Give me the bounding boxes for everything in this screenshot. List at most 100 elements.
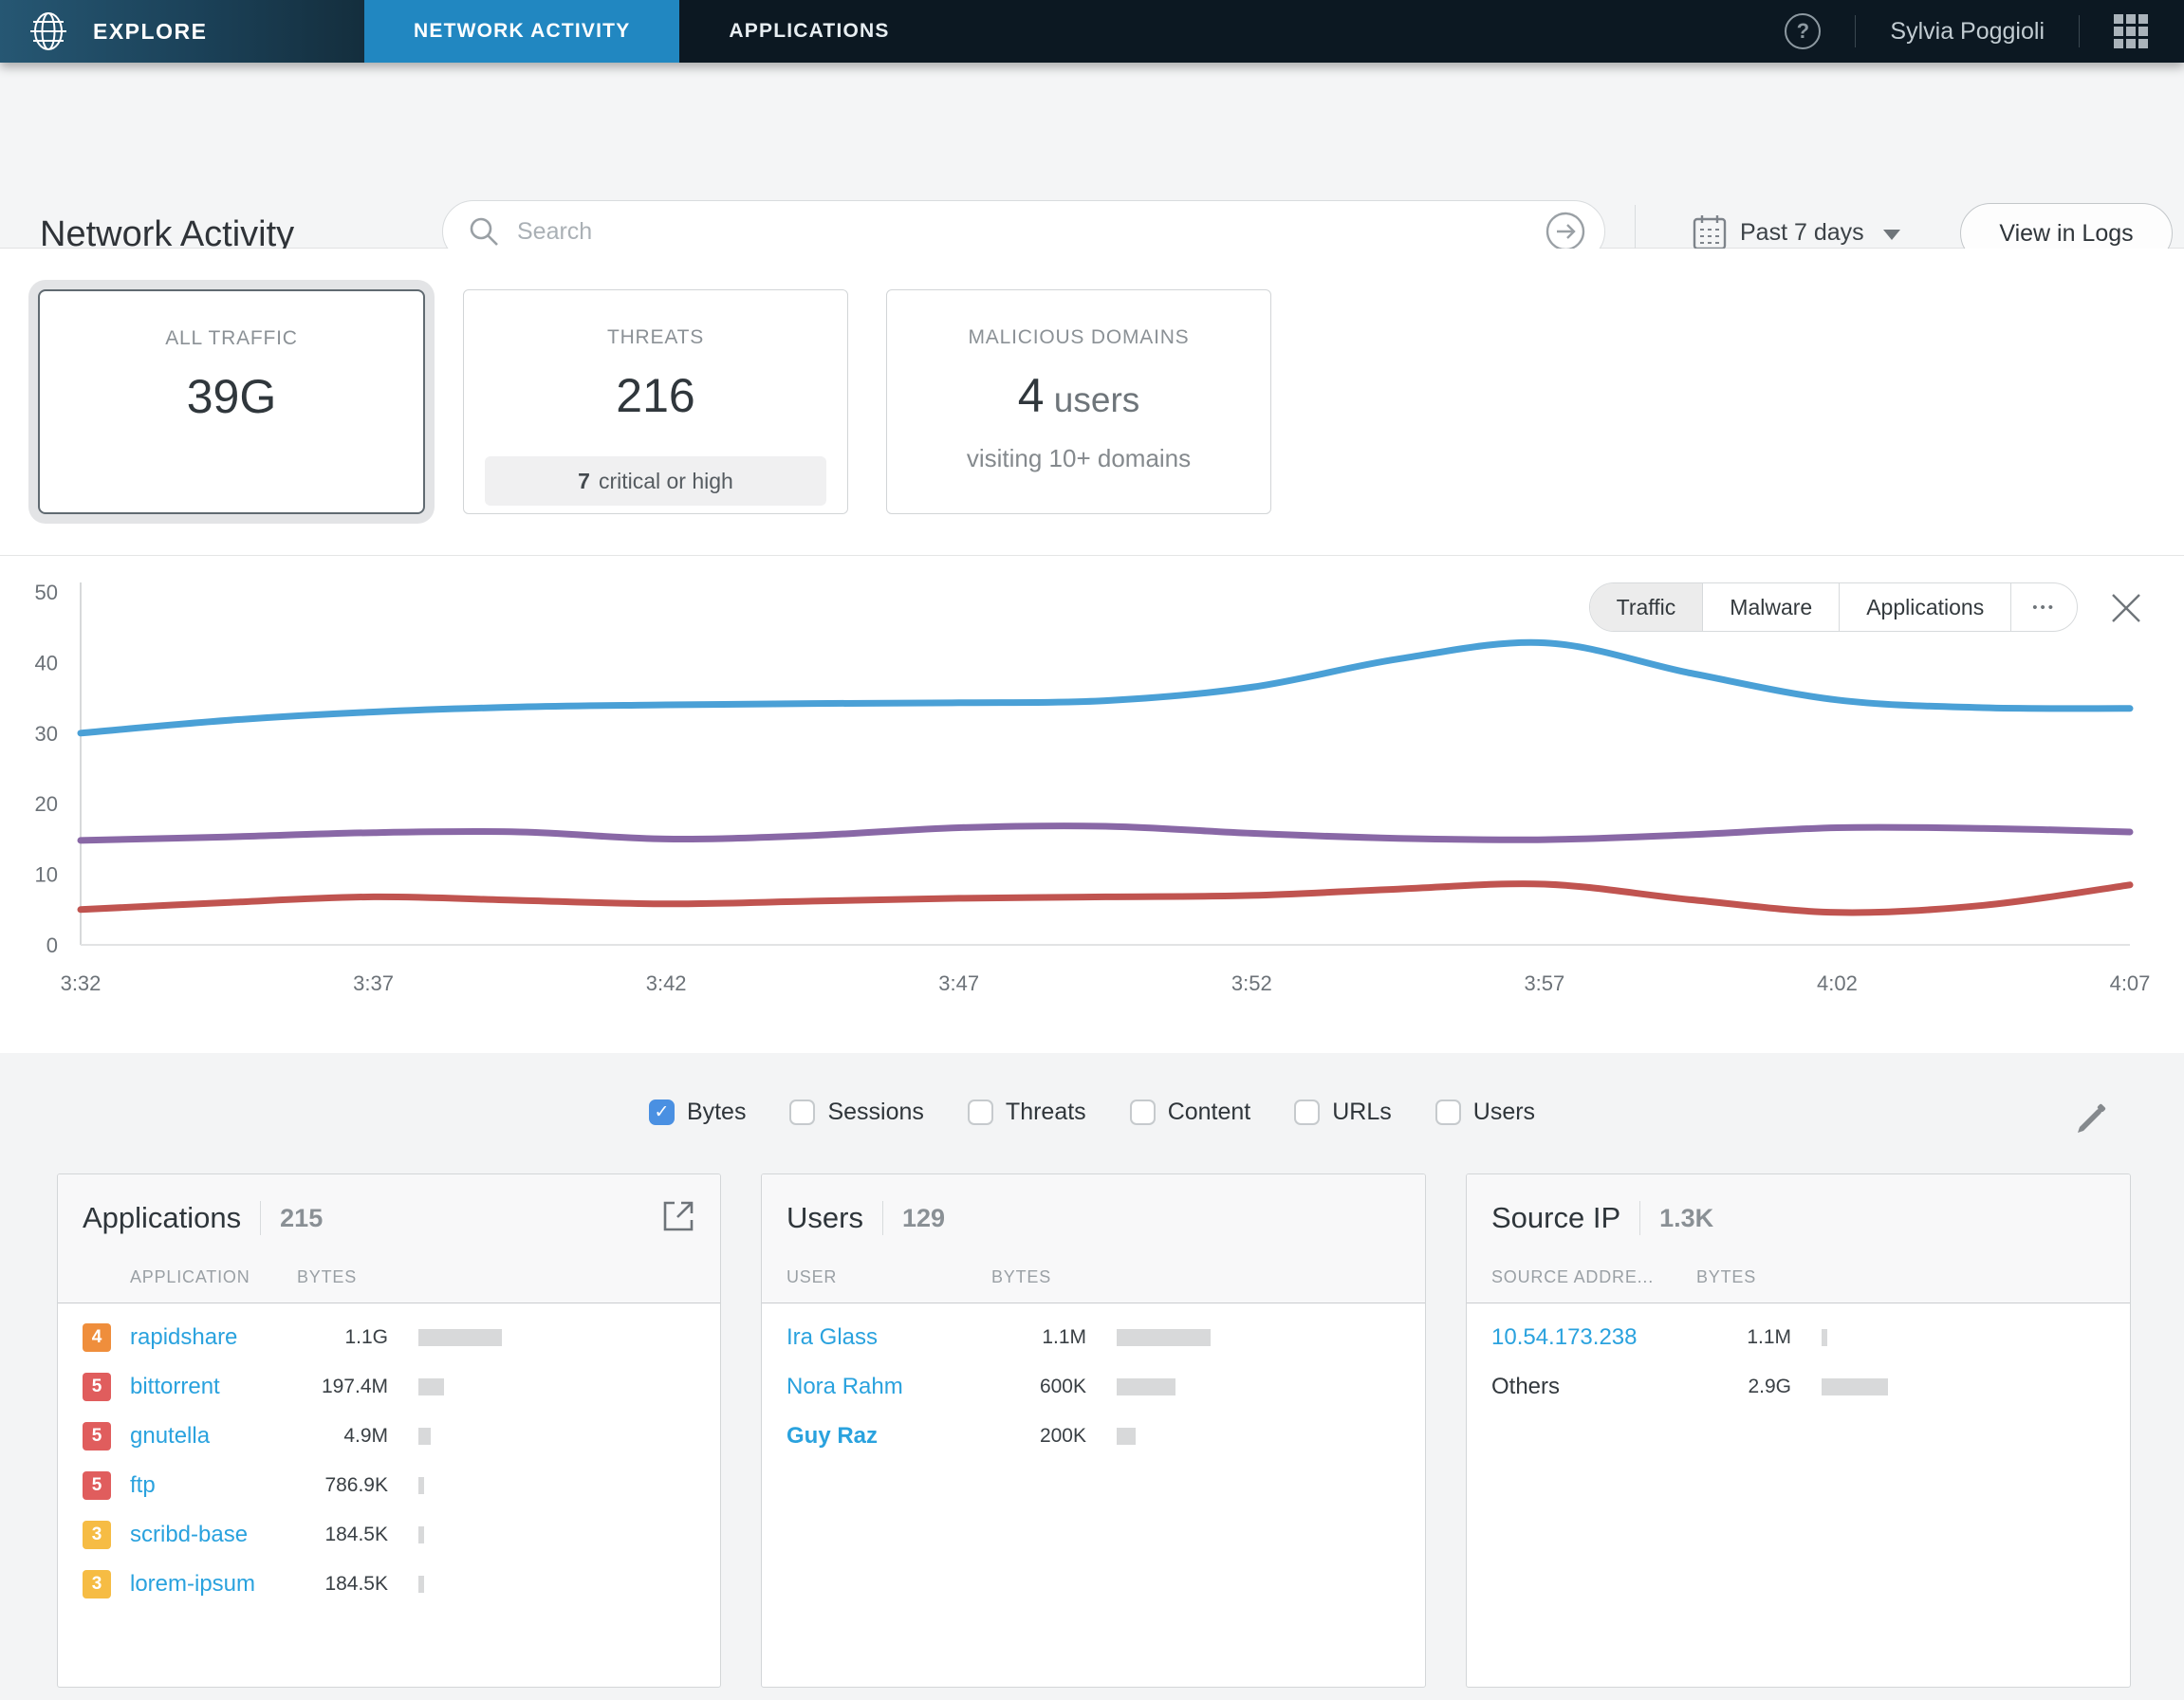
toggle-traffic[interactable]: Traffic — [1590, 583, 1704, 631]
bytes-value: 600K — [991, 1376, 1086, 1398]
bytes-bar — [1117, 1329, 1211, 1346]
close-icon[interactable] — [2110, 592, 2142, 624]
svg-text:4:07: 4:07 — [2110, 971, 2151, 995]
nav-divider — [2079, 15, 2080, 47]
bytes-value: 1.1M — [1696, 1326, 1791, 1349]
tab-network-activity[interactable]: NETWORK ACTIVITY — [364, 0, 679, 63]
card-all-traffic[interactable]: ALL TRAFFIC 39G — [38, 289, 425, 514]
export-icon[interactable] — [661, 1199, 695, 1233]
row-link[interactable]: 10.54.173.238 — [1491, 1324, 1681, 1351]
table-row: Nora Rahm 600K — [787, 1362, 1400, 1412]
filter-checkbox-content[interactable]: Content — [1130, 1099, 1251, 1126]
checkbox-unchecked[interactable] — [1130, 1099, 1156, 1125]
bytes-value: 1.1M — [991, 1326, 1086, 1349]
filter-checkbox-sessions[interactable]: Sessions — [789, 1099, 923, 1126]
risk-badge: 3 — [83, 1521, 111, 1549]
bytes-bar — [418, 1477, 424, 1494]
search-input[interactable] — [517, 218, 1545, 246]
filter-checkbox-urls[interactable]: URLs — [1294, 1099, 1392, 1126]
chevron-down-icon — [1883, 230, 1900, 240]
explore-menu[interactable]: EXPLORE — [0, 0, 364, 63]
chart-line-purple-line — [81, 826, 2130, 841]
help-icon[interactable]: ? — [1785, 13, 1821, 49]
bytes-bar — [418, 1526, 424, 1543]
toggle-more-icon[interactable]: ••• — [2011, 583, 2077, 631]
table-body: 4rapidshare1.1G5bittorrent197.4M5gnutell… — [58, 1303, 720, 1618]
svg-text:3:47: 3:47 — [938, 971, 979, 995]
svg-text:3:32: 3:32 — [61, 971, 102, 995]
user-name[interactable]: Sylvia Poggioli — [1890, 18, 2045, 46]
table-row: 5gnutella4.9M — [83, 1412, 695, 1461]
row-link[interactable]: rapidshare — [130, 1324, 282, 1351]
row-link[interactable]: Guy Raz — [787, 1423, 976, 1450]
table-row: 5 ftp 786.9K — [83, 1461, 695, 1510]
bytes-value: 200K — [991, 1425, 1086, 1448]
checkbox-unchecked[interactable] — [968, 1099, 993, 1125]
row-link[interactable]: scribd-base — [130, 1522, 282, 1548]
svg-text:0: 0 — [46, 933, 58, 957]
svg-text:3:52: 3:52 — [1231, 971, 1272, 995]
bytes-bar — [1822, 1378, 1888, 1395]
apps-grid-icon[interactable] — [2114, 14, 2148, 48]
filter-label: Sessions — [827, 1099, 923, 1126]
card-label: ALL TRAFFIC — [40, 327, 423, 350]
table-row: 3 scribd-base 184.5K — [83, 1510, 695, 1560]
row-link[interactable]: ftp — [130, 1472, 282, 1499]
column-header: BYTES — [297, 1267, 388, 1287]
row-link[interactable]: Ira Glass — [787, 1324, 976, 1351]
date-range-selector[interactable]: Past 7 days — [1693, 214, 1900, 250]
chart-mode-toggle: Traffic Malware Applications ••• — [1589, 582, 2078, 632]
svg-text:10: 10 — [35, 863, 58, 887]
risk-badge: 5 — [83, 1373, 111, 1401]
date-range-label: Past 7 days — [1740, 219, 1864, 247]
panel-users: Users 129 USER BYTES Ira Glass1.1MNora R… — [761, 1173, 1426, 1688]
row-link[interactable]: bittorrent — [130, 1374, 282, 1400]
filter-label: Content — [1168, 1099, 1251, 1126]
row-link[interactable]: lorem-ipsum — [130, 1571, 282, 1598]
nav-divider — [1855, 15, 1856, 47]
column-header: SOURCE ADDRE... — [1491, 1267, 1681, 1287]
svg-text:3:57: 3:57 — [1524, 971, 1564, 995]
panel-title: Users — [787, 1201, 863, 1235]
risk-badge: 5 — [83, 1471, 111, 1500]
card-label: THREATS — [464, 326, 847, 349]
filter-checkbox-bytes[interactable]: ✓ Bytes — [649, 1099, 747, 1126]
checkbox-unchecked[interactable] — [1294, 1099, 1320, 1125]
bytes-value: 184.5K — [297, 1573, 388, 1596]
bytes-value: 4.9M — [297, 1425, 388, 1448]
filter-label: Users — [1473, 1099, 1535, 1126]
toggle-applications[interactable]: Applications — [1840, 583, 2011, 631]
svg-text:40: 40 — [35, 651, 58, 674]
calendar-icon — [1693, 214, 1727, 250]
bytes-bar — [418, 1378, 444, 1395]
search-submit-icon[interactable] — [1545, 212, 1585, 251]
bytes-value: 786.9K — [297, 1474, 388, 1497]
top-nav: EXPLORE NETWORK ACTIVITY APPLICATIONS ? … — [0, 0, 2184, 63]
card-threats[interactable]: THREATS 216 7 critical or high — [463, 289, 848, 514]
bottom-section: ✓ Bytes Sessions Threats Content URLs Users Ap… — [0, 1053, 2184, 1700]
filter-checkbox-users[interactable]: Users — [1435, 1099, 1535, 1126]
table-row: Ira Glass 1.1M — [787, 1313, 1400, 1362]
panel-source-ip: Source IP 1.3K SOURCE ADDRE... BYTES 10.… — [1466, 1173, 2131, 1688]
table-row: 4rapidshare1.1G — [83, 1313, 695, 1362]
panel-applications: Applications 215 APPLICATION BYTES 4rapi… — [57, 1173, 721, 1688]
checkbox-checked[interactable]: ✓ — [649, 1099, 675, 1125]
card-subtext: visiting 10+ domains — [887, 444, 1270, 473]
filter-label: Bytes — [687, 1099, 747, 1126]
page-header: Network Activity — [0, 63, 2184, 249]
checkbox-unchecked[interactable] — [1435, 1099, 1461, 1125]
filter-checkbox-threats[interactable]: Threats — [968, 1099, 1086, 1126]
risk-badge: 3 — [83, 1570, 111, 1598]
row-link[interactable]: Nora Rahm — [787, 1374, 976, 1400]
column-header: APPLICATION — [130, 1267, 282, 1287]
tab-applications[interactable]: APPLICATIONS — [679, 0, 938, 63]
toggle-malware[interactable]: Malware — [1703, 583, 1840, 631]
pencil-icon[interactable] — [2074, 1102, 2108, 1136]
bytes-bar — [1117, 1428, 1136, 1445]
bytes-value: 184.5K — [297, 1524, 388, 1546]
checkbox-unchecked[interactable] — [789, 1099, 815, 1125]
panel-count: 215 — [280, 1204, 323, 1233]
card-malicious-domains[interactable]: MALICIOUS DOMAINS 4 users visiting 10+ d… — [886, 289, 1271, 514]
bytes-bar — [418, 1428, 431, 1445]
row-link[interactable]: gnutella — [130, 1423, 282, 1450]
